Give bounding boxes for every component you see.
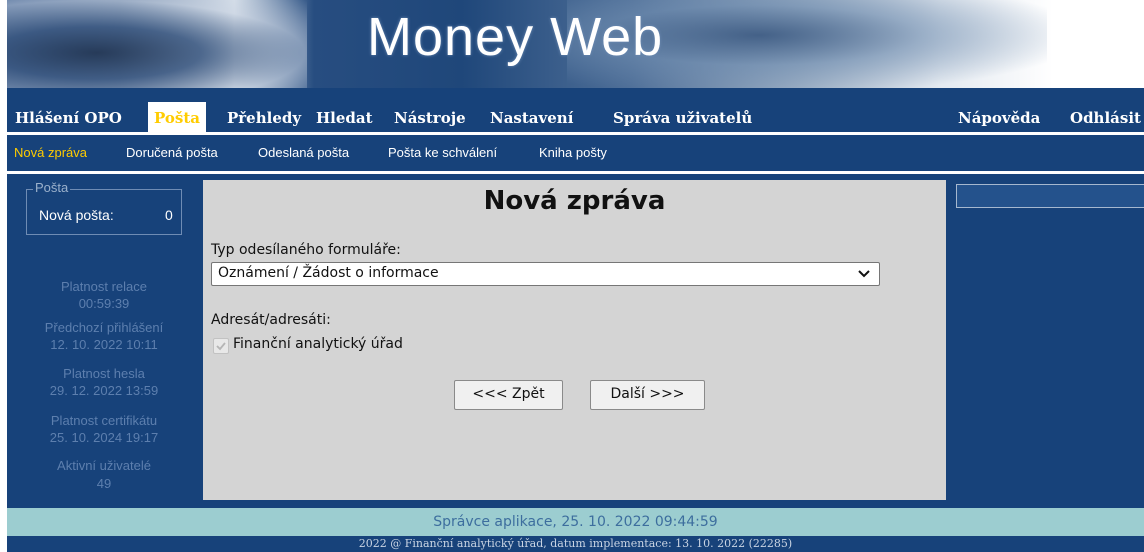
certificate-validity-value: 25. 10. 2024 19:17 [49,430,159,445]
chevron-down-icon [858,270,870,278]
back-button[interactable]: <<< Zpět [454,380,563,410]
subnav-item-kniha-posty[interactable]: Kniha pošty [539,135,607,171]
nav-item-napoveda[interactable]: Nápověda [958,104,1040,132]
active-users-value: 49 [96,476,112,491]
sub-nav: Nová zpráva Doručená pošta Odeslaná pošt… [7,135,1144,171]
subnav-item-dorucena-posta[interactable]: Doručená pošta [126,135,218,171]
form-type-value: Oznámení / Žádost o informace [218,265,439,281]
session-validity-label: Platnost relace [61,279,147,294]
session-validity-value: 00:59:39 [78,296,130,311]
form-type-label: Typ odesílaného formuláře: [211,242,401,258]
nav-item-hlaseni-opo[interactable]: Hlášení OPO [15,104,122,132]
left-sidebar: Pošta Nová pošta: 0 Platnost relace 00:5… [7,174,201,500]
footer-admin: Správce aplikace, 25. 10. 2022 09:44:59 [7,508,1144,536]
right-pane-input[interactable] [956,184,1144,208]
new-mail-count: 0 [165,207,173,223]
password-validity-value: 29. 12. 2022 13:59 [49,383,159,398]
app-logo: Money Web [367,7,664,67]
active-users-label: Aktivní uživatelé [57,458,151,473]
recipient-label: Finanční analytický úřad [233,336,403,352]
mailbox-legend: Pošta [33,180,71,195]
nav-item-sprava-uzivatelu[interactable]: Správa uživatelů [613,104,752,132]
recipients-label: Adresát/adresáti: [211,312,331,328]
new-message-form: Nová zpráva Typ odesílaného formuláře: O… [203,180,946,500]
main-nav: Hlášení OPO Pošta Přehledy Hledat Nástro… [7,102,1144,134]
app-frame: Money Web Hlášení OPO Pošta Přehledy Hle… [7,0,1144,552]
nav-item-nastaveni[interactable]: Nastavení [490,104,573,132]
header-banner: Money Web [7,0,1144,88]
next-button[interactable]: Další >>> [590,380,705,410]
nav-item-posta[interactable]: Pošta [148,102,206,134]
right-pane [948,174,1144,500]
subnav-item-nova-zprava[interactable]: Nová zpráva [14,135,87,171]
new-mail-label: Nová pošta: [39,207,114,223]
previous-login-label: Předchozí přihlášení [44,320,164,335]
password-validity-label: Platnost hesla [63,366,145,381]
page-title: Nová zpráva [483,186,666,216]
nav-item-odhlasit[interactable]: Odhlásit [1070,104,1141,132]
nav-item-nastroje[interactable]: Nástroje [394,104,466,132]
certificate-validity-label: Platnost certifikátu [50,413,158,428]
form-type-select[interactable]: Oznámení / Žádost o informace [211,262,880,286]
nav-item-hledat[interactable]: Hledat [316,104,373,132]
checkmark-icon [216,342,226,351]
mailbox-panel: Pošta Nová pošta: 0 [26,180,182,235]
recipient-checkbox[interactable] [213,338,229,354]
subnav-item-posta-ke-schvaleni[interactable]: Pošta ke schválení [388,135,497,171]
previous-login-value: 12. 10. 2022 10:11 [50,337,158,352]
subnav-item-odeslana-posta[interactable]: Odeslaná pošta [258,135,349,171]
nav-item-prehledy[interactable]: Přehledy [227,104,301,132]
footer-copyright: 2022 @ Finanční analytický úřad, datum i… [7,536,1144,552]
banner-artwork-left [7,0,307,88]
